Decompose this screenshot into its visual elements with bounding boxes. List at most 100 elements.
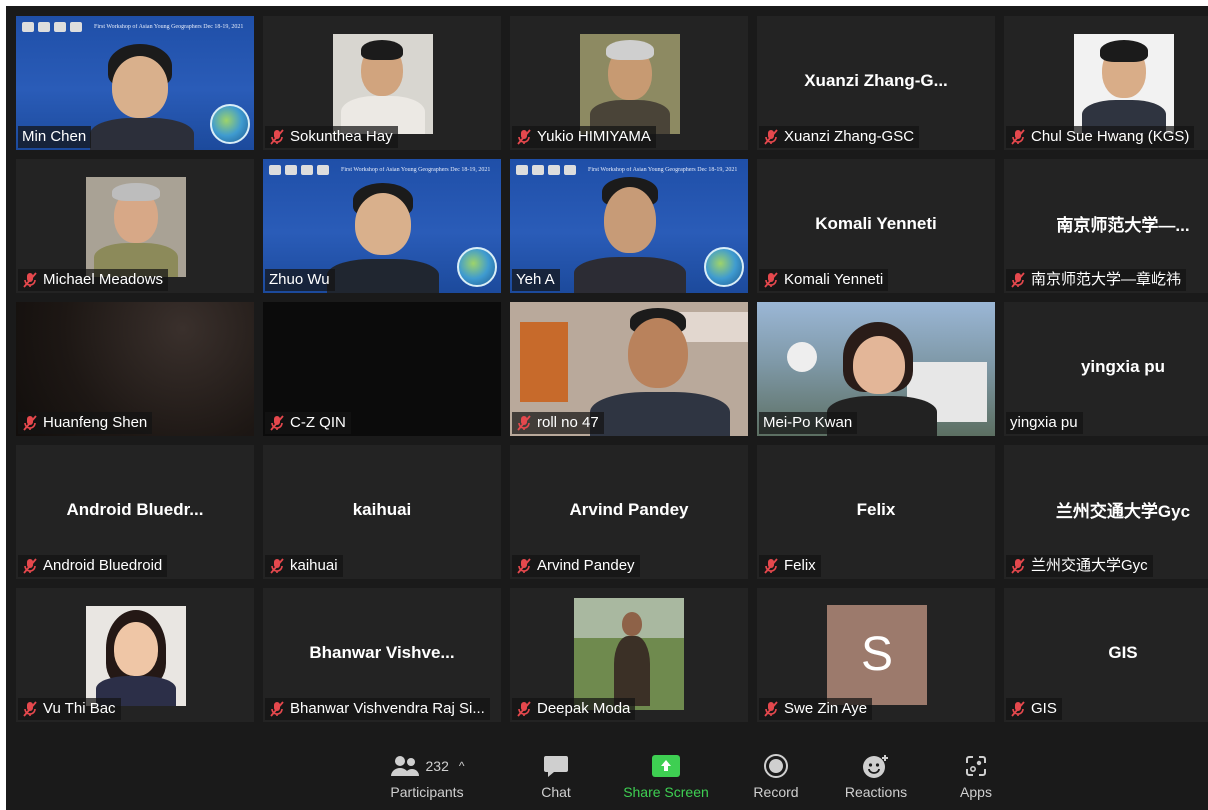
participant-big-name: 兰州交通大学Gyc — [1055, 502, 1191, 521]
participant-video — [86, 177, 186, 277]
globe-logo — [457, 247, 497, 287]
participant-name-label: Vu Thi Bac — [18, 698, 121, 720]
participant-video — [580, 34, 680, 134]
participant-name-label: Komali Yenneti — [759, 269, 889, 291]
video-tile[interactable]: Sokunthea Hay — [263, 16, 501, 150]
slide-logos — [269, 165, 329, 175]
reactions-button[interactable]: Reactions — [838, 752, 914, 808]
participant-name-label: Deepak Moda — [512, 698, 636, 720]
chat-icon — [544, 756, 568, 777]
video-tile[interactable]: yingxia pu yingxia pu — [1004, 302, 1208, 436]
video-tile[interactable]: Deepak Moda — [510, 588, 748, 722]
video-tile[interactable]: Chul Sue Hwang (KGS) — [1004, 16, 1208, 150]
avatar: S — [827, 605, 927, 705]
video-tile[interactable]: First Workshop of Asian Young Geographer… — [263, 159, 501, 293]
muted-mic-icon — [517, 701, 531, 717]
participant-video — [1074, 34, 1174, 134]
reactions-icon — [863, 755, 888, 778]
video-tile[interactable]: First Workshop of Asian Young Geographer… — [16, 16, 254, 150]
participant-big-name: kaihuai — [352, 500, 412, 519]
zoom-meeting-window: First Workshop of Asian Young Geographer… — [6, 6, 1208, 810]
muted-mic-icon — [23, 415, 37, 431]
video-tile[interactable]: Arvind Pandey Arvind Pandey — [510, 445, 748, 579]
share-screen-button[interactable]: Share Screen — [616, 752, 716, 808]
video-tile[interactable]: Felix Felix — [757, 445, 995, 579]
record-button[interactable]: Record — [746, 752, 806, 808]
participant-name-label: Michael Meadows — [18, 269, 169, 291]
participant-name-label: C-Z QIN — [265, 412, 351, 434]
slide-logos — [22, 22, 82, 32]
muted-mic-icon — [23, 558, 37, 574]
slide-title: First Workshop of Asian Young Geographer… — [588, 167, 738, 173]
muted-mic-icon — [517, 415, 531, 431]
video-tile[interactable]: Android Bluedr... Android Bluedroid — [16, 445, 254, 579]
video-tile[interactable]: Vu Thi Bac — [16, 588, 254, 722]
participant-video — [570, 175, 690, 293]
participant-name-label: Arvind Pandey — [512, 555, 640, 577]
slide-logos — [516, 165, 576, 175]
participant-video — [323, 179, 443, 293]
video-tile[interactable]: S Swe Zin Aye — [757, 588, 995, 722]
participant-name-label: Yukio HIMIYAMA — [512, 126, 656, 148]
participant-name-label: Felix — [759, 555, 821, 577]
muted-mic-icon — [1011, 701, 1025, 717]
participant-video — [574, 598, 684, 710]
participant-name-label: Chul Sue Hwang (KGS) — [1006, 126, 1195, 148]
video-tile[interactable]: Komali Yenneti Komali Yenneti — [757, 159, 995, 293]
participants-icon — [390, 756, 419, 776]
participant-name-label: roll no 47 — [512, 412, 604, 434]
participant-name-label: kaihuai — [265, 555, 343, 577]
muted-mic-icon — [764, 129, 778, 145]
participants-count: 232 — [425, 758, 449, 774]
participant-big-name: GIS — [1108, 643, 1138, 662]
muted-mic-icon — [517, 129, 531, 145]
video-tile[interactable]: Huanfeng Shen — [16, 302, 254, 436]
muted-mic-icon — [23, 272, 37, 288]
share-screen-label: Share Screen — [623, 784, 709, 800]
participant-video — [86, 36, 206, 150]
participant-name-label: Min Chen — [18, 126, 92, 148]
participants-button[interactable]: 232 ^ Participants — [378, 752, 476, 808]
muted-mic-icon — [270, 701, 284, 717]
muted-mic-icon — [1011, 272, 1025, 288]
video-tile[interactable]: Xuanzi Zhang-G... Xuanzi Zhang-GSC — [757, 16, 995, 150]
participant-big-name: 南京师范大学—... — [1056, 216, 1190, 235]
video-tile[interactable]: C-Z QIN — [263, 302, 501, 436]
participant-big-name: Bhanwar Vishve... — [309, 643, 455, 662]
chevron-up-icon[interactable]: ^ — [459, 759, 465, 773]
video-tile[interactable]: Bhanwar Vishve... Bhanwar Vishvendra Raj… — [263, 588, 501, 722]
video-tile[interactable]: kaihuai kaihuai — [263, 445, 501, 579]
muted-mic-icon — [517, 558, 531, 574]
participant-name-label: Yeh A — [512, 269, 560, 291]
muted-mic-icon — [270, 415, 284, 431]
video-tile[interactable]: roll no 47 — [510, 302, 748, 436]
participant-name-label: Android Bluedroid — [18, 555, 168, 577]
video-tile[interactable]: GIS GIS — [1004, 588, 1208, 722]
apps-button[interactable]: Apps — [946, 752, 1006, 808]
participant-name-label: Mei-Po Kwan — [759, 412, 858, 434]
video-tile[interactable]: Michael Meadows — [16, 159, 254, 293]
participant-big-name: Felix — [856, 500, 896, 519]
muted-mic-icon — [764, 272, 778, 288]
muted-mic-icon — [764, 701, 778, 717]
muted-mic-icon — [23, 701, 37, 717]
video-tile[interactable]: 南京师范大学—... 南京师范大学—章屹祎 — [1004, 159, 1208, 293]
reactions-label: Reactions — [844, 784, 908, 800]
participant-big-name: Arvind Pandey — [569, 500, 689, 519]
share-screen-icon — [652, 755, 680, 777]
apps-icon — [966, 756, 986, 776]
muted-mic-icon — [1011, 129, 1025, 145]
video-tile[interactable]: First Workshop of Asian Young Geographer… — [510, 159, 748, 293]
participant-name-label: Zhuo Wu — [265, 269, 335, 291]
record-icon — [764, 754, 788, 778]
globe-logo — [704, 247, 744, 287]
participant-name-label: 南京师范大学—章屹祎 — [1006, 269, 1187, 291]
participant-video — [333, 34, 433, 134]
chat-button[interactable]: Chat — [526, 752, 586, 808]
video-tile[interactable]: Yukio HIMIYAMA — [510, 16, 748, 150]
participant-name-label: yingxia pu — [1006, 412, 1083, 434]
participant-name-label: Xuanzi Zhang-GSC — [759, 126, 920, 148]
video-tile[interactable]: Mei-Po Kwan — [757, 302, 995, 436]
slide-title: First Workshop of Asian Young Geographer… — [341, 167, 491, 173]
video-tile[interactable]: 兰州交通大学Gyc 兰州交通大学Gyc — [1004, 445, 1208, 579]
